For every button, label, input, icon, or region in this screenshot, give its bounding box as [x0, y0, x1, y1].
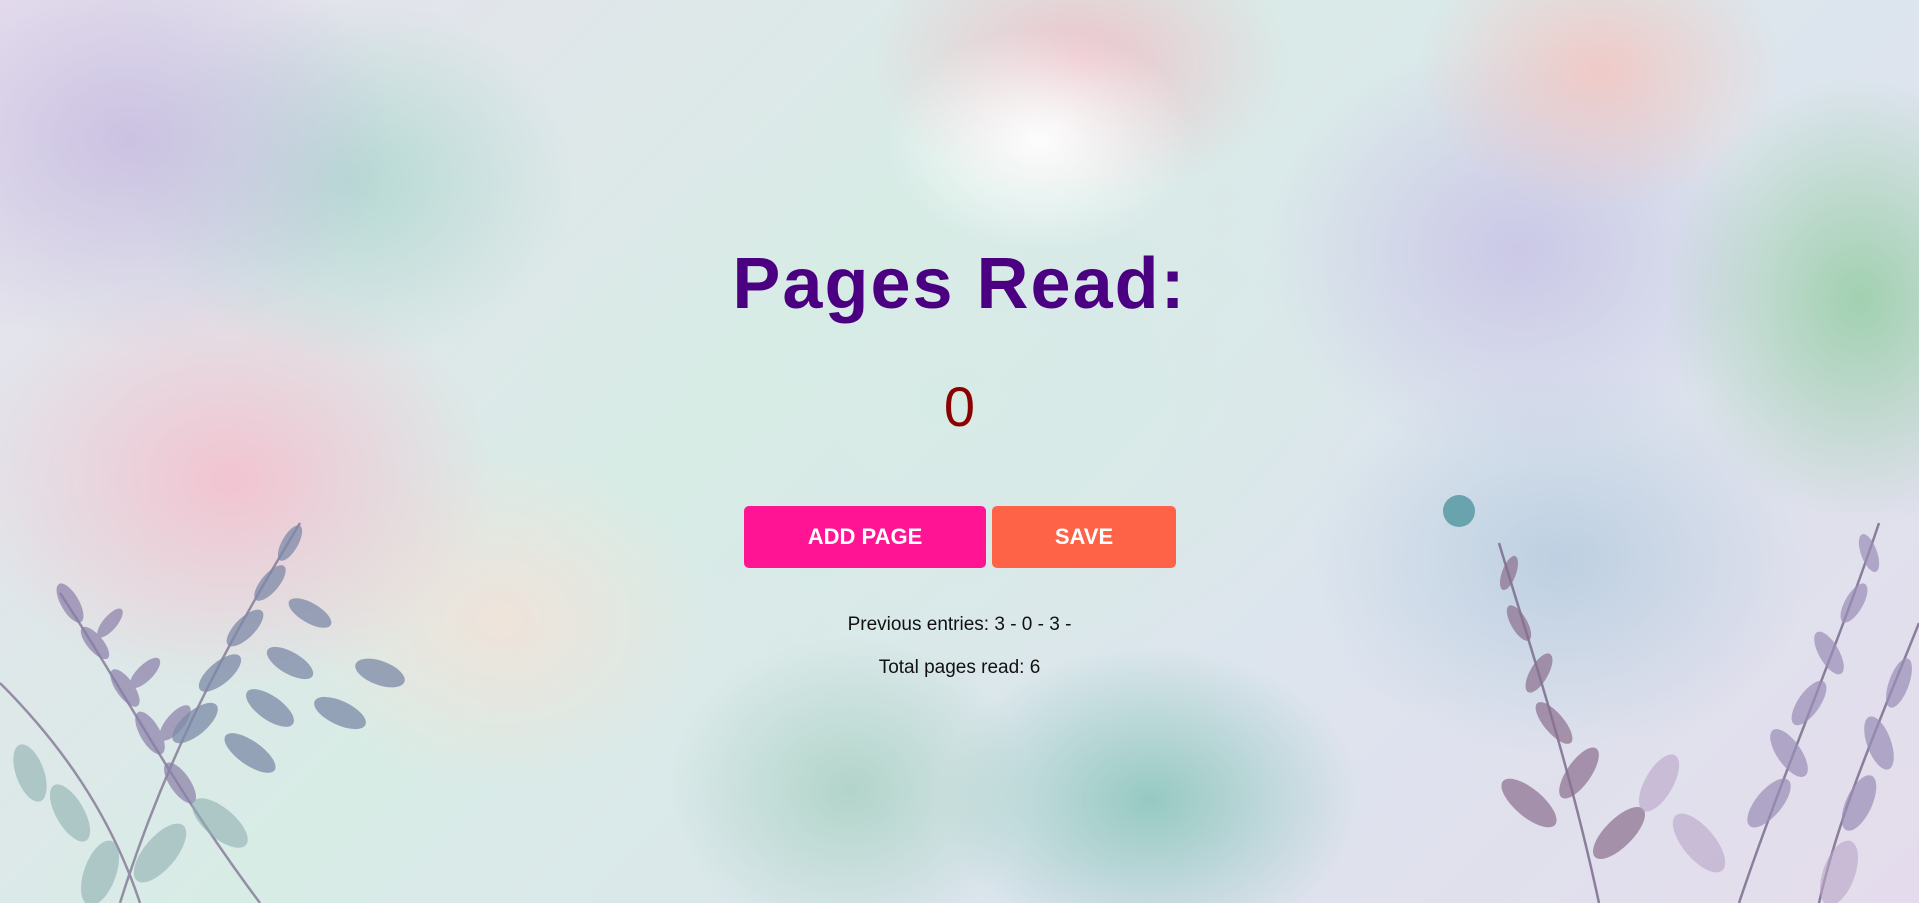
save-button[interactable]: SAVE [992, 506, 1176, 568]
action-buttons: ADD PAGE SAVE [744, 506, 1176, 568]
add-page-button[interactable]: ADD PAGE [744, 506, 986, 568]
leaves-left-decoration [0, 522, 405, 903]
previous-entries-text: Previous entries: 3 - 0 - 3 - [847, 614, 1072, 635]
ink-spot [1443, 495, 1475, 527]
total-pages-text: Total pages read: 6 [878, 657, 1041, 678]
page-title: Pages Read: [732, 244, 1187, 324]
watercolor-background [0, 0, 1919, 903]
pages-counter: 0 [943, 375, 976, 438]
leaves-right-decoration [1443, 495, 1919, 903]
